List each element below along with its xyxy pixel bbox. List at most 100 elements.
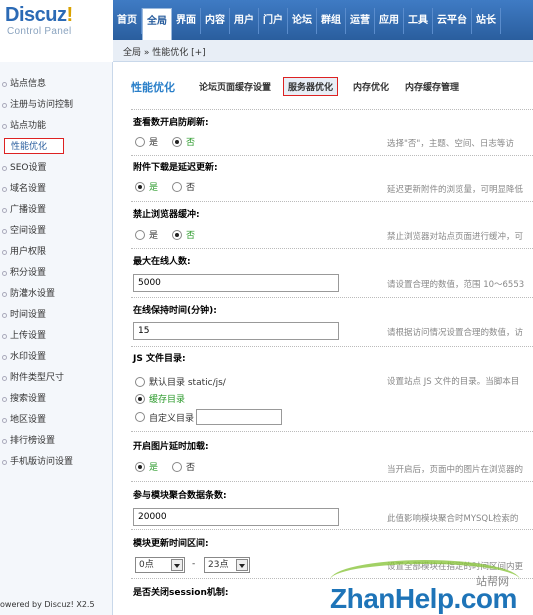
radio-label: 否 — [186, 138, 196, 148]
sidebar-item-broadcast[interactable]: 广播设置 — [0, 202, 113, 218]
sidebar-item-upload[interactable]: 上传设置 — [0, 328, 113, 344]
setting-label: 是否关闭session机制: — [133, 588, 229, 598]
sidebar-item-register-access[interactable]: 注册与访问控制 — [0, 97, 113, 113]
nav-groups[interactable]: 群组 — [317, 8, 346, 34]
range-dash: - — [192, 559, 196, 569]
radio-custom-dir[interactable] — [135, 412, 145, 422]
radio-label: 是 — [149, 183, 159, 193]
hint-text: 当开启后，页面中的图片在浏览器的 — [387, 465, 524, 475]
chevron-down-icon — [171, 559, 183, 571]
radio-label: 否 — [186, 231, 196, 241]
lazy-load-radio-group: 是 否 — [135, 460, 209, 473]
js-dir-custom-option: 自定义目录 — [135, 409, 283, 425]
sidebar-item-domain[interactable]: 域名设置 — [0, 181, 113, 197]
divider — [131, 297, 533, 298]
radio-yes[interactable] — [135, 461, 145, 472]
setting-label: 开启图片延时加载: — [133, 442, 209, 452]
sidebar-item-seo[interactable]: SEO设置 — [0, 160, 113, 176]
custom-dir-input[interactable] — [196, 409, 283, 425]
online-hold-input[interactable] — [133, 322, 339, 340]
nav-operations[interactable]: 运营 — [346, 8, 375, 34]
chevron-down-icon — [236, 559, 248, 571]
setting-label: 模块更新时间区间: — [133, 539, 209, 549]
nav-cloud[interactable]: 云平台 — [433, 8, 472, 34]
radio-cache-dir[interactable] — [135, 393, 145, 404]
radio-label: 自定义目录 — [149, 413, 195, 424]
sidebar-item-region[interactable]: 地区设置 — [0, 412, 113, 428]
sidebar-item-anti-spam[interactable]: 防灌水设置 — [0, 286, 113, 302]
sidebar-item-attachment-types[interactable]: 附件类型尺寸 — [0, 370, 113, 386]
radio-label: 默认目录 static/js/ — [149, 378, 226, 388]
tab-memory-cache[interactable]: 内存缓存管理 — [405, 80, 459, 93]
radio-no[interactable] — [172, 461, 183, 472]
radio-no[interactable] — [172, 136, 183, 147]
sub-header: 全局 » 性能优化 [+] — [113, 40, 533, 62]
nav-global[interactable]: 全局 — [142, 8, 172, 40]
update-to-select[interactable]: 23点 — [204, 557, 250, 573]
sidebar-item-time[interactable]: 时间设置 — [0, 307, 113, 323]
main-content: 性能优化 论坛页面缓存设置 服务器优化 内存优化 内存缓存管理 查看数开启防刷新… — [113, 63, 533, 615]
nav-tools[interactable]: 工具 — [404, 8, 433, 34]
update-from-select[interactable]: 0点 — [135, 557, 185, 573]
divider — [131, 431, 533, 432]
page-title: 性能优化 — [131, 81, 175, 94]
divider — [131, 201, 533, 202]
tab-memory-optimization[interactable]: 内存优化 — [353, 80, 389, 93]
setting-label: 查看数开启防刷新: — [133, 118, 209, 128]
sidebar-item-ranking[interactable]: 排行榜设置 — [0, 433, 113, 449]
radio-default-dir[interactable] — [135, 376, 145, 387]
setting-label: 参与模块聚合数据条数: — [133, 491, 227, 501]
hint-text: 请根据访问情况设置合理的数值，访 — [387, 328, 524, 338]
sidebar-item-credits[interactable]: 积分设置 — [0, 265, 113, 281]
sidebar: 站点信息 注册与访问控制 站点功能 性能优化 SEO设置 域名设置 广播设置 空… — [0, 62, 113, 615]
divider — [131, 248, 533, 249]
divider — [131, 529, 533, 530]
breadcrumb[interactable]: 全局 » 性能优化 [+] — [123, 45, 206, 58]
radio-label: 是 — [149, 231, 159, 241]
hint-text: 延迟更新附件的浏览量，可明显降低 — [387, 185, 524, 195]
sidebar-item-watermark[interactable]: 水印设置 — [0, 349, 113, 365]
radio-label: 否 — [186, 463, 196, 473]
setting-label: 在线保持时间(分钟): — [133, 306, 217, 316]
radio-label: 缓存目录 — [149, 395, 186, 405]
radio-no[interactable] — [172, 181, 183, 192]
sidebar-item-space[interactable]: 空间设置 — [0, 223, 113, 239]
setting-label: 附件下载是延迟更新: — [133, 163, 218, 173]
radio-yes[interactable] — [135, 181, 145, 192]
nav-apps[interactable]: 应用 — [375, 8, 404, 34]
max-online-input[interactable] — [133, 274, 339, 292]
nav-content[interactable]: 内容 — [201, 8, 230, 34]
setting-label: JS 文件目录: — [133, 354, 186, 364]
watermark-cn: 站帮网 — [476, 575, 509, 588]
nav-forum[interactable]: 论坛 — [288, 8, 317, 34]
js-dir-cache-option: 缓存目录 — [135, 392, 199, 405]
hint-text: 选择"否"，主题、空间、日志等访 — [387, 139, 514, 149]
tab-forum-cache[interactable]: 论坛页面缓存设置 — [199, 80, 271, 93]
block-data-count-input[interactable] — [133, 508, 339, 526]
nav-home[interactable]: 首页 — [113, 8, 142, 34]
sidebar-item-permissions[interactable]: 用户权限 — [0, 244, 113, 260]
radio-yes[interactable] — [135, 229, 145, 240]
nav-portal[interactable]: 门户 — [259, 8, 288, 34]
divider — [131, 155, 533, 156]
select-value: 0点 — [139, 560, 154, 570]
divider — [131, 481, 533, 482]
sidebar-item-mobile[interactable]: 手机版访问设置 — [0, 454, 113, 470]
hint-text: 请设置合理的数值，范围 10～6553 — [387, 280, 525, 290]
nav-users[interactable]: 用户 — [230, 8, 259, 34]
radio-no[interactable] — [172, 229, 183, 240]
tab-bar: 性能优化 论坛页面缓存设置 服务器优化 内存优化 内存缓存管理 — [113, 73, 533, 99]
radio-label: 是 — [149, 138, 159, 148]
setting-label: 最大在线人数: — [133, 257, 191, 267]
sidebar-item-site-info[interactable]: 站点信息 — [0, 76, 113, 92]
logo: Discuz! Control Panel — [0, 0, 113, 40]
nav-interface[interactable]: 界面 — [172, 8, 201, 34]
radio-label: 是 — [149, 463, 159, 473]
js-dir-default-option: 默认目录 static/js/ — [135, 375, 226, 388]
nav-webmaster[interactable]: 站长 — [472, 8, 501, 34]
sidebar-item-search[interactable]: 搜索设置 — [0, 391, 113, 407]
tab-server-optimization[interactable]: 服务器优化 — [283, 77, 339, 96]
radio-yes[interactable] — [135, 136, 145, 147]
sidebar-item-performance[interactable]: 性能优化 — [4, 138, 64, 154]
sidebar-item-site-features[interactable]: 站点功能 — [0, 118, 113, 134]
